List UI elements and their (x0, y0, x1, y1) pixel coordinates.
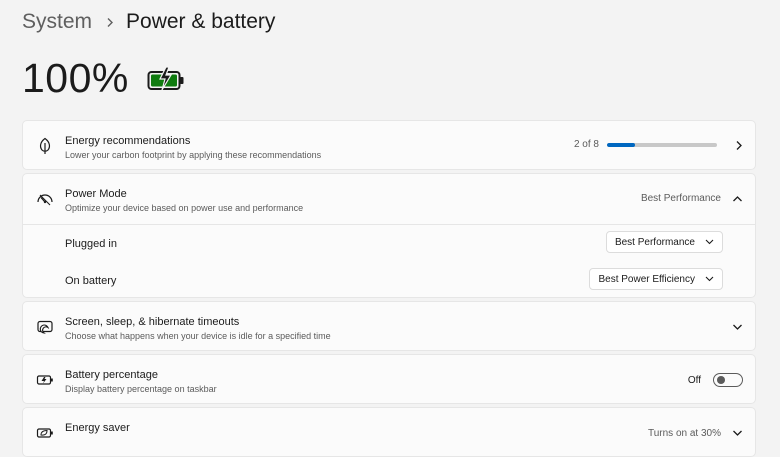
energy-recommendations-title: Energy recommendations (65, 135, 191, 147)
battery-charging-icon (147, 65, 185, 92)
breadcrumb: System Power & battery (22, 8, 275, 36)
screen-sleep-card[interactable]: Screen, sleep, & hibernate timeouts Choo… (22, 301, 756, 351)
chevron-right-icon[interactable] (735, 140, 743, 151)
battery-summary: 100% (22, 55, 185, 102)
energy-saver-title: Energy saver (65, 422, 130, 434)
power-mode-value: Best Performance (640, 193, 721, 204)
on-battery-label: On battery (65, 275, 117, 287)
power-mode-header[interactable]: Power Mode Optimize your device based on… (23, 174, 755, 224)
energy-saver-icon (35, 423, 55, 443)
energy-saver-card[interactable]: Energy saver Turns on at 30% (22, 407, 756, 457)
chevron-down-icon (705, 239, 714, 245)
chevron-right-icon (106, 17, 114, 28)
on-battery-selected-value: Best Power Efficiency (598, 273, 695, 285)
screen-sleep-subtitle: Choose what happens when your device is … (65, 331, 331, 341)
recommendations-progress-fill (607, 142, 635, 147)
on-battery-dropdown[interactable]: Best Power Efficiency (589, 268, 723, 290)
chevron-down-icon[interactable] (732, 323, 743, 331)
battery-percentage-toggle[interactable] (713, 373, 743, 387)
screen-sleep-icon (35, 317, 55, 337)
plugged-in-selected-value: Best Performance (614, 236, 695, 248)
power-mode-icon (35, 189, 55, 209)
page-title: Power & battery (126, 10, 276, 33)
plugged-in-label: Plugged in (65, 238, 117, 250)
battery-percentage-subtitle: Display battery percentage on taskbar (65, 384, 217, 394)
chevron-up-icon[interactable] (732, 195, 743, 203)
breadcrumb-system-link[interactable]: System (22, 10, 92, 34)
recommendations-count: 2 of 8 (573, 139, 599, 150)
on-battery-row: On battery Best Power Efficiency (23, 261, 755, 297)
battery-percentage-toggle-label: Off (687, 374, 701, 386)
battery-percent: 100% (22, 55, 129, 101)
plugged-in-dropdown[interactable]: Best Performance (605, 231, 723, 253)
leaf-icon (35, 136, 55, 156)
battery-percentage-title: Battery percentage (65, 369, 158, 381)
power-mode-card: Power Mode Optimize your device based on… (22, 173, 756, 298)
toggle-knob (717, 376, 725, 384)
power-mode-title: Power Mode (65, 188, 127, 200)
power-mode-subtitle: Optimize your device based on power use … (65, 203, 304, 213)
chevron-down-icon[interactable] (732, 429, 743, 437)
battery-percentage-icon (35, 370, 55, 390)
battery-percentage-card: Battery percentage Display battery perce… (22, 354, 756, 404)
chevron-down-icon (705, 276, 714, 282)
screen-sleep-title: Screen, sleep, & hibernate timeouts (65, 316, 240, 328)
energy-saver-value: Turns on at 30% (647, 428, 721, 439)
energy-recommendations-subtitle: Lower your carbon footprint by applying … (65, 150, 322, 160)
recommendations-progress-bar (607, 142, 717, 147)
energy-recommendations-card[interactable]: Energy recommendations Lower your carbon… (22, 120, 756, 170)
plugged-in-row: Plugged in Best Performance (23, 225, 755, 261)
